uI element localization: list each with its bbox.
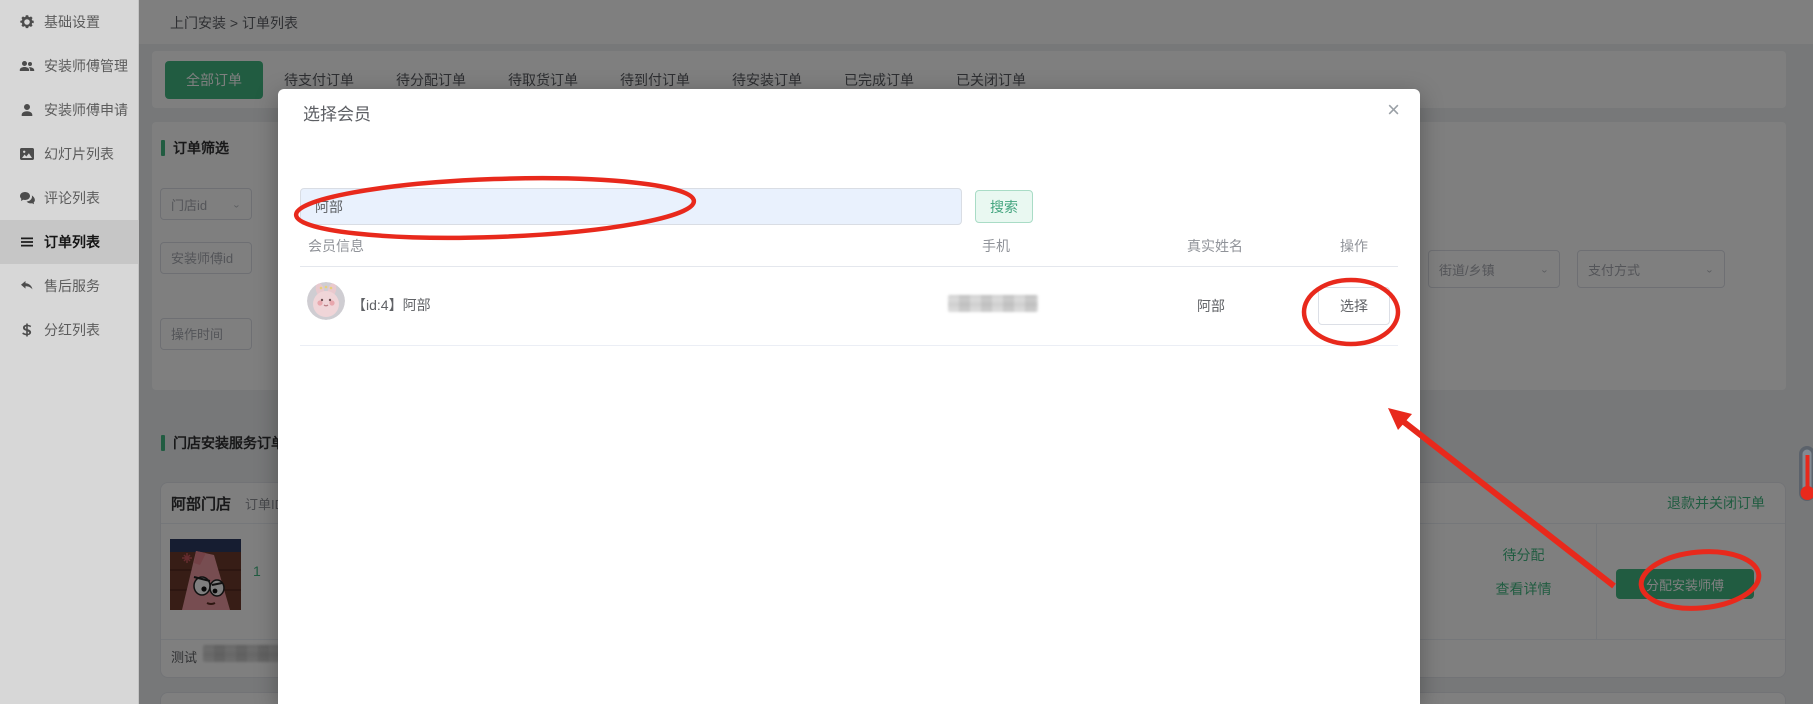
- sidebar-item-basic-settings[interactable]: 基础设置: [0, 0, 138, 44]
- user-icon: [18, 102, 35, 119]
- sidebar-item-label: 评论列表: [44, 190, 100, 206]
- sidebar-item-comment-list[interactable]: 评论列表: [0, 176, 138, 220]
- col-header-phone: 手机: [982, 238, 1010, 254]
- sidebar-item-label: 幻灯片列表: [44, 146, 114, 162]
- close-icon[interactable]: ×: [1383, 95, 1404, 125]
- comments-icon: [18, 190, 35, 207]
- select-member-button[interactable]: 选择: [1318, 287, 1390, 325]
- member-phone-redacted: [948, 295, 1038, 312]
- users-icon: [18, 58, 35, 75]
- sidebar-item-label: 订单列表: [44, 234, 100, 250]
- col-header-action: 操作: [1340, 238, 1368, 254]
- dividend-icon: [18, 322, 35, 339]
- aftersale-icon: [18, 278, 35, 295]
- select-member-dialog: 选择会员 × 搜索 会员信息 手机 真实姓名 操作 【id:4】阿部 阿部 选择: [278, 89, 1420, 704]
- sidebar: 基础设置 安装师傅管理 安装师傅申请 幻灯片列表 评论列表 订单列表 售后服务 …: [0, 0, 139, 704]
- col-header-real-name: 真实姓名: [1187, 238, 1243, 254]
- table-row-divider: [300, 345, 1398, 346]
- sidebar-item-label: 售后服务: [44, 278, 100, 294]
- member-search-input[interactable]: [300, 188, 962, 225]
- sidebar-item-label: 安装师傅管理: [44, 58, 128, 74]
- table-header-divider: [300, 266, 1398, 267]
- slideshow-icon: [18, 146, 35, 163]
- sidebar-item-label: 分红列表: [44, 322, 100, 338]
- sidebar-item-installer-apply[interactable]: 安装师傅申请: [0, 88, 138, 132]
- member-name: 【id:4】阿部: [352, 297, 431, 313]
- sidebar-item-installer-manage[interactable]: 安装师傅管理: [0, 44, 138, 88]
- gear-icon: [18, 14, 35, 31]
- sidebar-item-label: 安装师傅申请: [44, 102, 128, 118]
- sidebar-item-order-list[interactable]: 订单列表: [0, 220, 138, 264]
- dialog-title: 选择会员: [303, 105, 371, 124]
- sidebar-item-label: 基础设置: [44, 14, 100, 30]
- sidebar-item-dividend-list[interactable]: 分红列表: [0, 308, 138, 352]
- member-real-name: 阿部: [1197, 298, 1225, 314]
- list-icon: [18, 234, 35, 251]
- sidebar-item-slideshow-list[interactable]: 幻灯片列表: [0, 132, 138, 176]
- col-header-member-info: 会员信息: [308, 238, 364, 254]
- member-avatar: [307, 282, 345, 320]
- search-button[interactable]: 搜索: [975, 190, 1033, 223]
- sidebar-item-aftersale-service[interactable]: 售后服务: [0, 264, 138, 308]
